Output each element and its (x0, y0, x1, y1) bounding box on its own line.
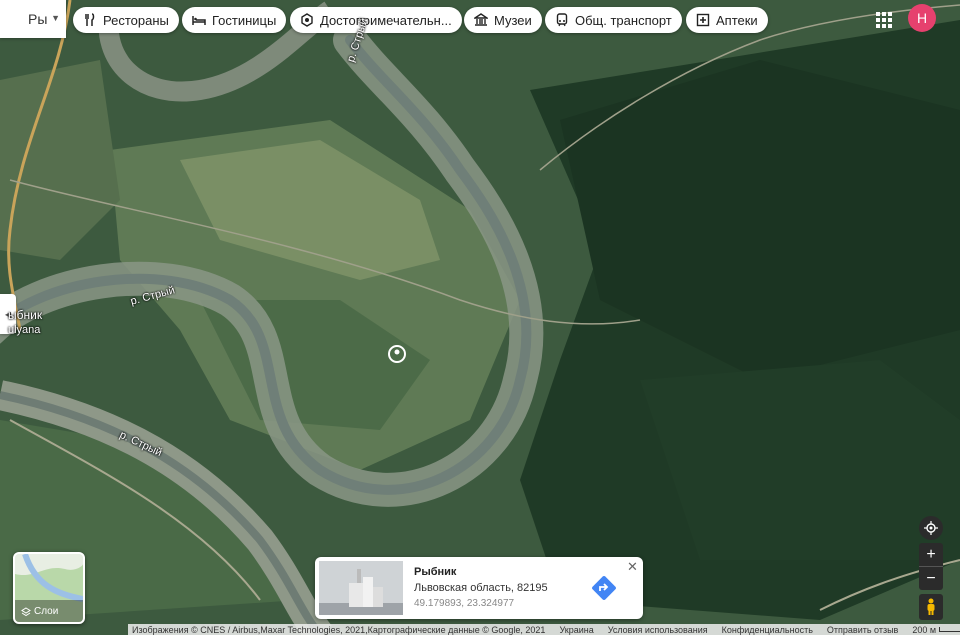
place-label[interactable]: ulyana (8, 324, 40, 336)
fork-knife-icon (85, 13, 95, 26)
country-link[interactable]: Украина (559, 625, 593, 635)
street-view-pegman[interactable] (919, 594, 943, 620)
search-input[interactable] (26, 10, 66, 28)
zoom-out-button[interactable]: − (919, 566, 943, 590)
place-info-card[interactable]: Рыбник Львовская область, 82195 49.17989… (315, 557, 643, 619)
satellite-map[interactable] (0, 0, 960, 635)
close-icon[interactable]: ✕ (627, 559, 638, 575)
transit-icon (556, 13, 568, 27)
scale-indicator[interactable]: 200 м (912, 625, 960, 635)
feedback-link[interactable]: Отправить отзыв (827, 625, 898, 635)
place-address: Львовская область, 82195 (414, 582, 548, 594)
privacy-link[interactable]: Конфиденциальность (722, 625, 813, 635)
imagery-attribution: Изображения © CNES / Airbus,Maxar Techno… (132, 624, 546, 635)
layers-label: Слои (34, 606, 59, 617)
category-label: Музеи (494, 12, 532, 28)
minus-icon: − (926, 569, 936, 587)
map-footer: Изображения © CNES / Airbus,Maxar Techno… (128, 624, 960, 635)
museum-icon (474, 13, 488, 26)
category-label: Рестораны (103, 12, 169, 28)
category-chip-restaurants[interactable]: Рестораны (73, 7, 179, 33)
place-label[interactable]: ыбник (8, 308, 42, 322)
category-chip-museums[interactable]: Музеи (464, 7, 542, 33)
zoom-in-button[interactable]: + (919, 543, 943, 566)
category-chip-hotels[interactable]: Гостиницы (182, 7, 287, 33)
crosshair-icon (924, 521, 938, 535)
place-thumbnail[interactable] (319, 561, 403, 615)
place-coordinates[interactable]: 49.179893, 23.324977 (414, 598, 514, 609)
category-chip-attractions[interactable]: Достопримечательн... (290, 7, 462, 33)
scale-label: 200 м (912, 624, 937, 635)
dropdown-caret-icon[interactable]: ▼ (51, 13, 60, 23)
category-chip-pharmacies[interactable]: Аптеки (686, 7, 768, 33)
pharmacy-icon (696, 13, 710, 27)
pegman-icon (927, 598, 935, 615)
camera-icon (301, 13, 313, 27)
category-label: Достопримечательн... (320, 12, 452, 28)
search-box[interactable]: ▼ (0, 0, 66, 38)
category-chip-transit[interactable]: Общ. транспорт (545, 7, 682, 33)
my-location-button[interactable] (919, 516, 943, 540)
category-label: Аптеки (716, 12, 758, 28)
category-label: Гостиницы (212, 12, 277, 28)
place-title: Рыбник (414, 566, 457, 578)
layers-icon (21, 606, 31, 616)
category-label: Общ. транспорт (575, 12, 672, 28)
layers-button[interactable]: Слои (13, 552, 85, 624)
scale-bar (939, 627, 960, 632)
directions-icon[interactable] (591, 575, 617, 601)
plus-icon: + (926, 545, 936, 563)
bed-icon (192, 16, 206, 25)
account-avatar[interactable]: Н (908, 4, 936, 32)
layers-label-group: Слои (21, 606, 58, 617)
terms-link[interactable]: Условия использования (608, 625, 708, 635)
google-apps-icon[interactable] (874, 10, 894, 30)
